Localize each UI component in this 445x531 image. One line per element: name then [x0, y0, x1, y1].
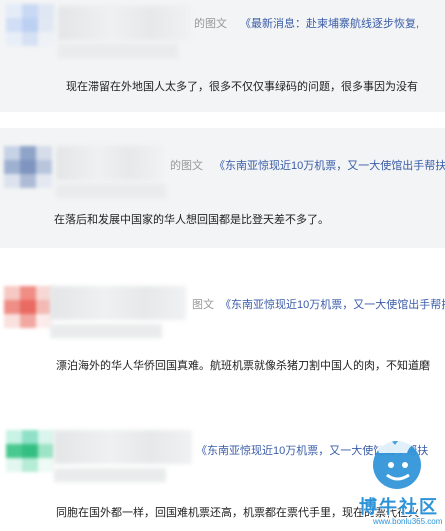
username-blurred[interactable] — [56, 146, 162, 180]
article-link[interactable]: 《最新消息：赴柬埔寨航线逐步恢复, — [240, 15, 419, 31]
avatar[interactable] — [6, 4, 54, 46]
timestamp-blurred — [50, 324, 162, 338]
timestamp-blurred — [56, 184, 166, 198]
comment-text: 现在滞留在外地国人太多了，很多不仅仅事绿码的问题，很多事因为没有 — [66, 81, 418, 93]
comment-source-label: 的图文 — [170, 160, 203, 172]
comment-card-3: 图文 《东南亚惊现近10万机票，又一大使馆出手帮扶 漂泊海外的华人华侨回国真难。… — [0, 268, 445, 388]
avatar[interactable] — [4, 146, 52, 188]
watermark-url: www.bonlu365.com — [373, 517, 443, 526]
username-blurred[interactable] — [50, 286, 186, 320]
watermark-text: 博牛社区 — [359, 497, 439, 517]
article-link[interactable]: 《东南亚惊现近10万机票，又一大使馆出手帮扶 — [220, 296, 445, 312]
timestamp-blurred — [58, 44, 178, 58]
comment-card-2: 的图文 《东南亚惊现近10万机票，又一大使馆出手帮扶 在落后和发展中国家的华人想… — [0, 128, 445, 248]
bull-logo-icon — [373, 438, 421, 489]
avatar[interactable] — [6, 430, 54, 472]
article-link[interactable]: 《东南亚惊现近10万机票，又一大使馆出手帮扶 — [214, 157, 445, 173]
comment-text: 在落后和发展中国家的华人想回国都是比登天差不多了。 — [54, 214, 329, 226]
timestamp-blurred — [54, 468, 166, 482]
username-blurred[interactable] — [58, 6, 190, 40]
comment-card-1: 的图文 《最新消息：赴柬埔寨航线逐步恢复, 现在滞留在外地国人太多了，很多不仅仅… — [0, 0, 445, 112]
comment-source-label: 的图文 — [194, 18, 227, 30]
username-blurred[interactable] — [54, 430, 192, 464]
comment-source-label: 图文 — [192, 299, 214, 311]
avatar[interactable] — [4, 286, 52, 328]
site-watermark: 博牛社区 www.bonlu365.com — [355, 431, 445, 531]
comment-text: 漂泊海外的华人华侨回国真难。航班机票就像杀猪刀割中国人的肉，不知道磨 — [56, 360, 430, 372]
